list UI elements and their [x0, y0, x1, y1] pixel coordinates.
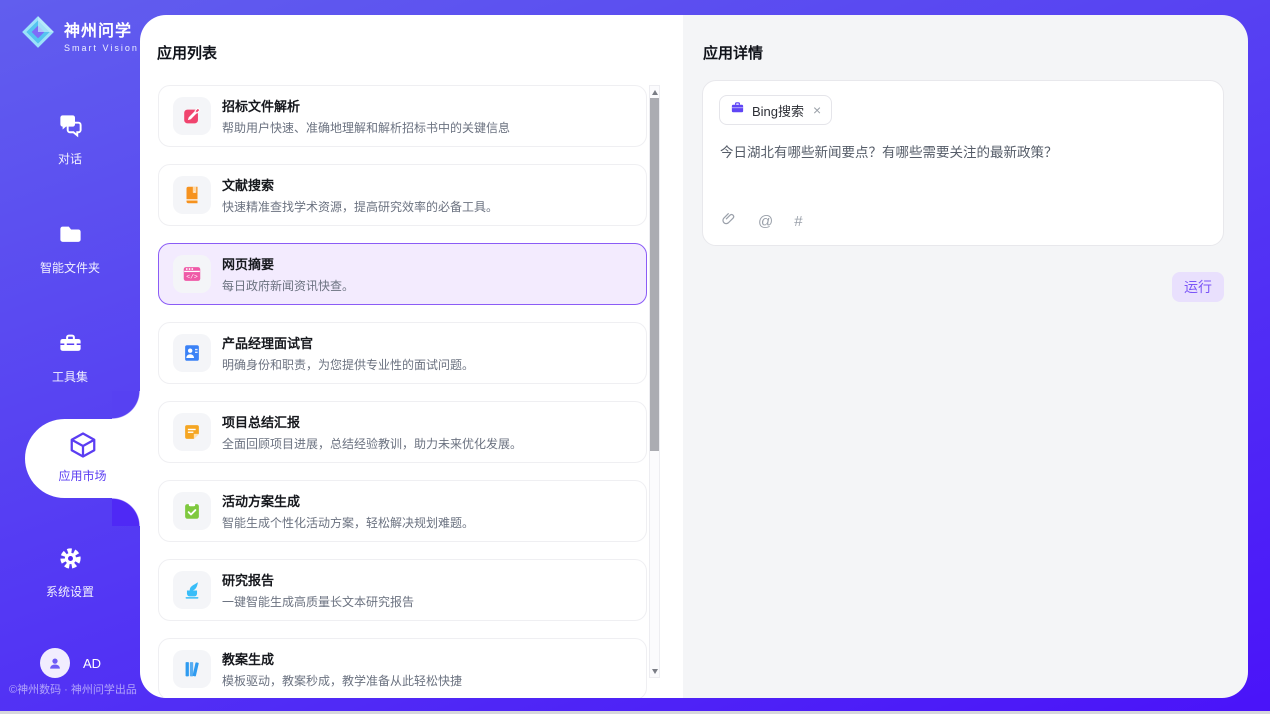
sidebar-item-settings[interactable]: 系统设置: [0, 545, 140, 600]
app-card[interactable]: 产品经理面试官 明确身份和职责，为您提供专业性的面试问题。: [158, 322, 647, 384]
sidebar-item-app-market[interactable]: 应用市场: [25, 419, 140, 498]
user-initials: AD: [83, 656, 101, 671]
sidebar-item-toolset[interactable]: 工具集: [0, 330, 140, 385]
app-card-title: 活动方案生成: [222, 491, 474, 510]
prompt-toolbar: @ #: [720, 210, 803, 232]
avatar: [40, 648, 70, 678]
prompt-input[interactable]: Bing搜索 × 今日湖北有哪些新闻要点？有哪些需要关注的最新政策？ @ #: [702, 80, 1224, 246]
app-card[interactable]: 项目总结汇报 全面回顾项目进展，总结经验教训，助力未来优化发展。: [158, 401, 647, 463]
sidebar-item-chat[interactable]: 对话: [0, 112, 140, 167]
at-icon[interactable]: @: [758, 213, 773, 230]
app-card-title: 教案生成: [222, 649, 462, 668]
tool-chip-label: Bing搜索: [752, 101, 804, 120]
chat-icon: [57, 126, 84, 143]
app-card-desc: 全面回顾项目进展，总结经验教训，助力未来优化发展。: [222, 435, 522, 452]
logo-subtitle: Smart Vision: [64, 43, 139, 53]
app-card-title: 产品经理面试官: [222, 333, 474, 352]
app-detail-title: 应用详情: [703, 42, 763, 63]
gear-icon: [57, 559, 84, 576]
app-card-title: 文献搜索: [222, 175, 498, 194]
app-window: 神州问学 Smart Vision 对话 智能文件夹: [0, 0, 1270, 714]
research-report-icon: [173, 571, 211, 609]
app-logo: 神州问学 Smart Vision: [20, 14, 139, 55]
scrollbar-thumb[interactable]: [650, 98, 659, 451]
app-card-desc: 模板驱动，教案秒成，教学准备从此轻松快捷: [222, 672, 462, 689]
app-card[interactable]: 教案生成 模板驱动，教案秒成，教学准备从此轻松快捷: [158, 638, 647, 698]
sidebar-item-label: 系统设置: [0, 583, 140, 600]
app-detail-panel: 应用详情 Bing搜索 × 今日湖北有哪些新闻要点？有哪些需要关注的最新政策？: [683, 15, 1248, 698]
app-card-selected[interactable]: </> 网页摘要 每日政府新闻资讯快查。: [158, 243, 647, 305]
app-list-panel: 应用列表 招标文件解析 帮助用户快速、准确地理解和解析招标书中的关键信息: [140, 15, 683, 698]
app-card-title: 网页摘要: [222, 254, 354, 273]
app-card-desc: 一键智能生成高质量长文本研究报告: [222, 593, 414, 610]
book-icon: [173, 176, 211, 214]
books-icon: [173, 650, 211, 688]
user-account[interactable]: AD: [40, 648, 101, 678]
app-card-desc: 明确身份和职责，为您提供专业性的面试问题。: [222, 356, 474, 373]
run-button[interactable]: 运行: [1172, 272, 1224, 302]
scrollbar-down-button[interactable]: [650, 665, 659, 677]
folder-icon: [57, 235, 84, 252]
paperclip-icon[interactable]: [720, 210, 737, 232]
app-card-desc: 智能生成个性化活动方案，轻松解决规划难题。: [222, 514, 474, 531]
clipboard-icon: [173, 492, 211, 530]
app-card[interactable]: 活动方案生成 智能生成个性化活动方案，轻松解决规划难题。: [158, 480, 647, 542]
cube-icon: [68, 447, 98, 464]
edit-icon: [173, 97, 211, 135]
app-card-title: 项目总结汇报: [222, 412, 522, 431]
interviewer-icon: [173, 334, 211, 372]
app-card-title: 招标文件解析: [222, 96, 510, 115]
sidebar-item-smart-folder[interactable]: 智能文件夹: [0, 221, 140, 276]
tool-chip-bing-search[interactable]: Bing搜索 ×: [719, 95, 832, 125]
copyright-footer: ©神州数码 · 神州问学出品: [9, 681, 137, 697]
toolbox-icon: [57, 344, 84, 361]
app-card-desc: 帮助用户快速、准确地理解和解析招标书中的关键信息: [222, 119, 510, 136]
app-list: 招标文件解析 帮助用户快速、准确地理解和解析招标书中的关键信息: [158, 85, 647, 698]
sidebar-item-label: 工具集: [0, 368, 140, 385]
app-card[interactable]: 文献搜索 快速精准查找学术资源，提高研究效率的必备工具。: [158, 164, 647, 226]
content-area: 应用列表 招标文件解析 帮助用户快速、准确地理解和解析招标书中的关键信息: [140, 15, 1248, 698]
scrollbar[interactable]: [649, 85, 660, 678]
sidebar-item-label: 应用市场: [25, 467, 140, 484]
diamond-logo-icon: [20, 14, 56, 55]
app-list-title: 应用列表: [157, 42, 217, 63]
close-icon[interactable]: ×: [813, 103, 821, 117]
svg-text:</>: </>: [186, 274, 198, 281]
sidebar-item-label: 智能文件夹: [0, 259, 140, 276]
prompt-text[interactable]: 今日湖北有哪些新闻要点？有哪些需要关注的最新政策？: [720, 143, 1206, 163]
sidebar: 神州问学 Smart Vision 对话 智能文件夹: [0, 0, 140, 711]
app-card[interactable]: 招标文件解析 帮助用户快速、准确地理解和解析招标书中的关键信息: [158, 85, 647, 147]
hash-icon[interactable]: #: [794, 213, 802, 230]
scrollbar-up-button[interactable]: [650, 86, 659, 98]
browser-icon: </>: [173, 255, 211, 293]
app-card-desc: 快速精准查找学术资源，提高研究效率的必备工具。: [222, 198, 498, 215]
note-icon: [173, 413, 211, 451]
app-card[interactable]: 研究报告 一键智能生成高质量长文本研究报告: [158, 559, 647, 621]
logo-title: 神州问学: [64, 17, 139, 41]
briefcase-icon: [730, 100, 745, 120]
app-card-title: 研究报告: [222, 570, 414, 589]
app-card-desc: 每日政府新闻资讯快查。: [222, 277, 354, 294]
sidebar-item-label: 对话: [0, 150, 140, 167]
